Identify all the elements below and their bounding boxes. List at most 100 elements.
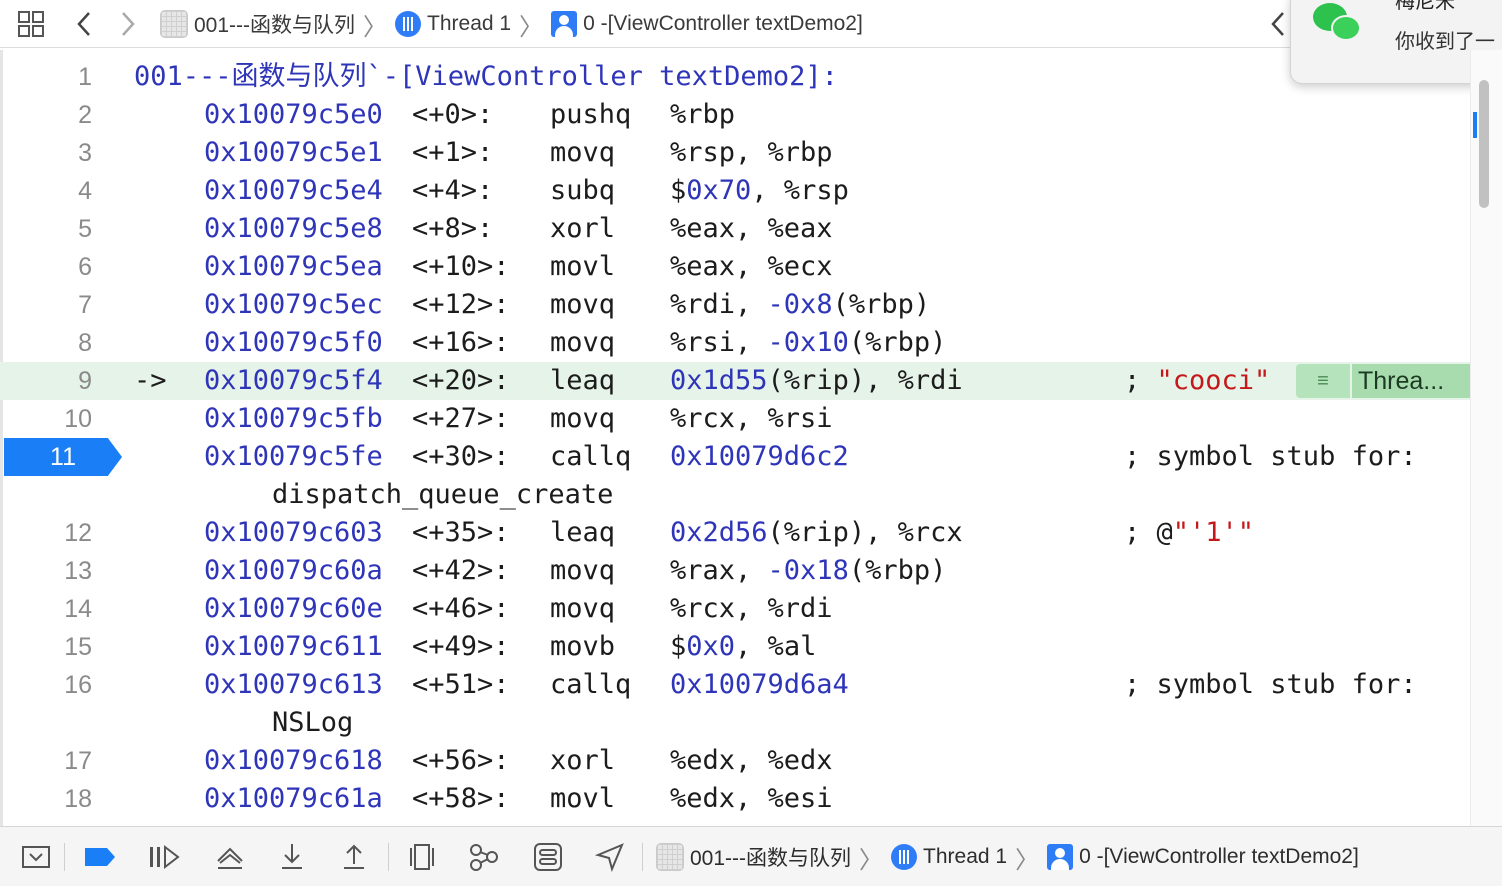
operand-token: (%rbp) [848, 555, 947, 586]
pc-arrow: -> [134, 365, 167, 396]
operand-token: $ [670, 631, 687, 662]
instruction-address: 0x10079c61a [204, 783, 383, 814]
continuation-line[interactable]: dispatch_queue_create [0, 476, 1470, 514]
line-number[interactable]: 7 [0, 286, 92, 324]
memory-graph-icon[interactable] [464, 827, 504, 887]
code-line[interactable]: 11 0x10079c5fe <+30>: callq 0x10079d6c2 ; sym… [0, 438, 1470, 476]
code-line[interactable]: 17 0x10079c618 <+56>: xorl %edx, %edx [0, 742, 1470, 780]
instruction-offset: <+56>: [412, 745, 510, 776]
code-line[interactable]: 14 0x10079c60e <+46>: movq %rcx, %rdi [0, 590, 1470, 628]
instruction-opcode: movq [550, 289, 616, 320]
instruction-address: 0x10079c5e8 [204, 213, 383, 244]
breadcrumb: 001---函数与队列 〉 Thread 1 〉 0 -[ViewControl… [160, 0, 863, 48]
code-line[interactable]: 18 0x10079c61a <+58>: movl %edx, %esi [0, 780, 1470, 818]
environment-overrides-icon[interactable] [528, 827, 568, 887]
code-line[interactable]: 5 0x10079c5e8 <+8>: xorl %eax, %eax [0, 210, 1470, 248]
line-number[interactable]: 17 [0, 742, 92, 780]
code-line[interactable]: 7 0x10079c5ec <+12>: movq %rdi, -0x8(%rbp) [0, 286, 1470, 324]
instruction-address: 0x10079c603 [204, 517, 383, 548]
code-line[interactable]: 4 0x10079c5e4 <+4>: subq $0x70, %rsp [0, 172, 1470, 210]
line-number[interactable]: 9 [0, 362, 92, 400]
instruction-opcode: movb [550, 631, 616, 662]
hide-debug-area-icon[interactable] [18, 827, 54, 887]
breadcrumb-thread[interactable]: Thread 1 [427, 12, 511, 36]
code-line[interactable]: 6 0x10079c5ea <+10>: movl %eax, %ecx [0, 248, 1470, 286]
step-over-icon[interactable] [210, 827, 250, 887]
operand-token: -0x8 [767, 289, 833, 320]
code-line[interactable]: 13 0x10079c60a <+42>: movq %rax, -0x18(%rbp) [0, 552, 1470, 590]
operand-token: %edx, %esi [670, 783, 833, 814]
step-out-icon[interactable] [334, 827, 374, 887]
code-line[interactable]: 12 0x10079c603 <+35>: leaq 0x2d56(%rip), %rc… [0, 514, 1470, 552]
instruction-operands: %edx, %edx [670, 742, 833, 780]
debug-breadcrumb-file[interactable]: 001---函数与队列 [690, 842, 851, 872]
code-line[interactable]: 10 0x10079c5fb <+27>: movq %rcx, %rsi [0, 400, 1470, 438]
operand-token: (%rbp) [832, 289, 931, 320]
thread-annotation[interactable]: ≡ Threa... [1296, 364, 1470, 398]
breadcrumb-file[interactable]: 001---函数与队列 [194, 9, 355, 39]
line-number[interactable]: 1 [0, 58, 92, 96]
operand-token: , %rsp [751, 175, 849, 206]
code-line[interactable]: 15 0x10079c611 <+49>: movb $0x0, %al [0, 628, 1470, 666]
annotation-label: Threa... [1352, 364, 1470, 398]
debug-breadcrumb-thread[interactable]: Thread 1 [923, 845, 1007, 869]
instruction-address: 0x10079c5ea [204, 251, 383, 282]
line-number[interactable]: 18 [0, 780, 92, 818]
line-number[interactable]: 6 [0, 248, 92, 286]
annotation-menu-icon[interactable]: ≡ [1296, 364, 1350, 398]
line-number[interactable]: 3 [0, 134, 92, 172]
debug-view-hierarchy-icon[interactable] [402, 827, 442, 887]
forward-chevron-icon[interactable] [118, 0, 138, 48]
instruction-comment: ; "cooci" [1124, 362, 1270, 400]
line-number[interactable]: 13 [0, 552, 92, 590]
breadcrumb-frame[interactable]: 0 -[ViewController textDemo2] [583, 12, 863, 36]
code-line[interactable]: 8 0x10079c5f0 <+16>: movq %rsi, -0x10(%rbp) [0, 324, 1470, 362]
disassembly-view[interactable]: 1 001---函数与队列`-[ViewController textDemo2]… [0, 50, 1470, 826]
simulate-location-icon[interactable] [590, 827, 630, 887]
code-line[interactable]: 16 0x10079c613 <+51>: callq 0x10079d6a4 ; sym… [0, 666, 1470, 704]
instruction-offset: <+27>: [412, 403, 510, 434]
back-chevron-icon[interactable] [74, 0, 94, 48]
line-number[interactable]: 4 [0, 172, 92, 210]
line-number[interactable]: 5 [0, 210, 92, 248]
instruction-operands: %rsp, %rbp [670, 134, 833, 172]
continue-icon[interactable] [144, 827, 184, 887]
line-number[interactable]: 15 [0, 628, 92, 666]
instruction-address: 0x10079c618 [204, 745, 383, 776]
operand-token: %rsp, %rbp [670, 137, 833, 168]
instruction-operands: 0x2d56(%rip), %rcx [670, 514, 963, 552]
instruction-address: 0x10079c611 [204, 631, 383, 662]
instruction-opcode: movl [550, 783, 616, 814]
operand-token: , %al [735, 631, 817, 662]
code-line[interactable]: 2 0x10079c5e0 <+0>: pushq %rbp [0, 96, 1470, 134]
breadcrumb-separator-icon: 〉 [1015, 846, 1040, 874]
notification-title: 梅尼米 [1395, 0, 1455, 13]
instruction-offset: <+0>: [412, 99, 494, 130]
line-number[interactable]: 16 [0, 666, 92, 704]
line-number[interactable]: 14 [0, 590, 92, 628]
debug-breadcrumb-frame[interactable]: 0 -[ViewController textDemo2] [1079, 845, 1359, 869]
comment-token: ; @ [1124, 517, 1173, 548]
code-line[interactable]: 3 0x10079c5e1 <+1>: movq %rsp, %rbp [0, 134, 1470, 172]
related-items-grid-icon[interactable] [16, 0, 46, 48]
continuation-line[interactable]: NSLog [0, 704, 1470, 742]
comment-token: "cooci" [1156, 365, 1271, 396]
line-number[interactable]: 2 [0, 96, 92, 134]
instruction-opcode: xorl [550, 213, 616, 244]
breakpoint-line-number[interactable]: 11 [4, 438, 122, 476]
code-line[interactable]: 9 -> 0x10079c5f4 <+20>: leaq 0x1d55(%rip), %r… [0, 362, 1470, 400]
debug-breadcrumb: 001---函数与队列 〉 Thread 1 〉 0 -[ViewControl… [656, 827, 1359, 887]
line-number[interactable]: 12 [0, 514, 92, 552]
line-number[interactable]: 8 [0, 324, 92, 362]
breakpoints-toggle-icon[interactable] [80, 827, 120, 887]
previous-issue-chevron-icon[interactable] [1268, 0, 1288, 48]
instruction-address: 0x10079c5ec [204, 289, 383, 320]
step-into-icon[interactable] [272, 827, 312, 887]
instruction-address: 0x10079c5f4 [204, 365, 383, 396]
code-line[interactable]: 1 001---函数与队列`-[ViewController textDemo2]… [0, 58, 1470, 96]
line-number[interactable]: 10 [0, 400, 92, 438]
operand-token: 0x10079d6c2 [670, 441, 849, 472]
operand-token: $ [670, 175, 687, 206]
instruction-opcode: movq [550, 555, 616, 586]
scrollbar-thumb[interactable] [1479, 80, 1489, 208]
